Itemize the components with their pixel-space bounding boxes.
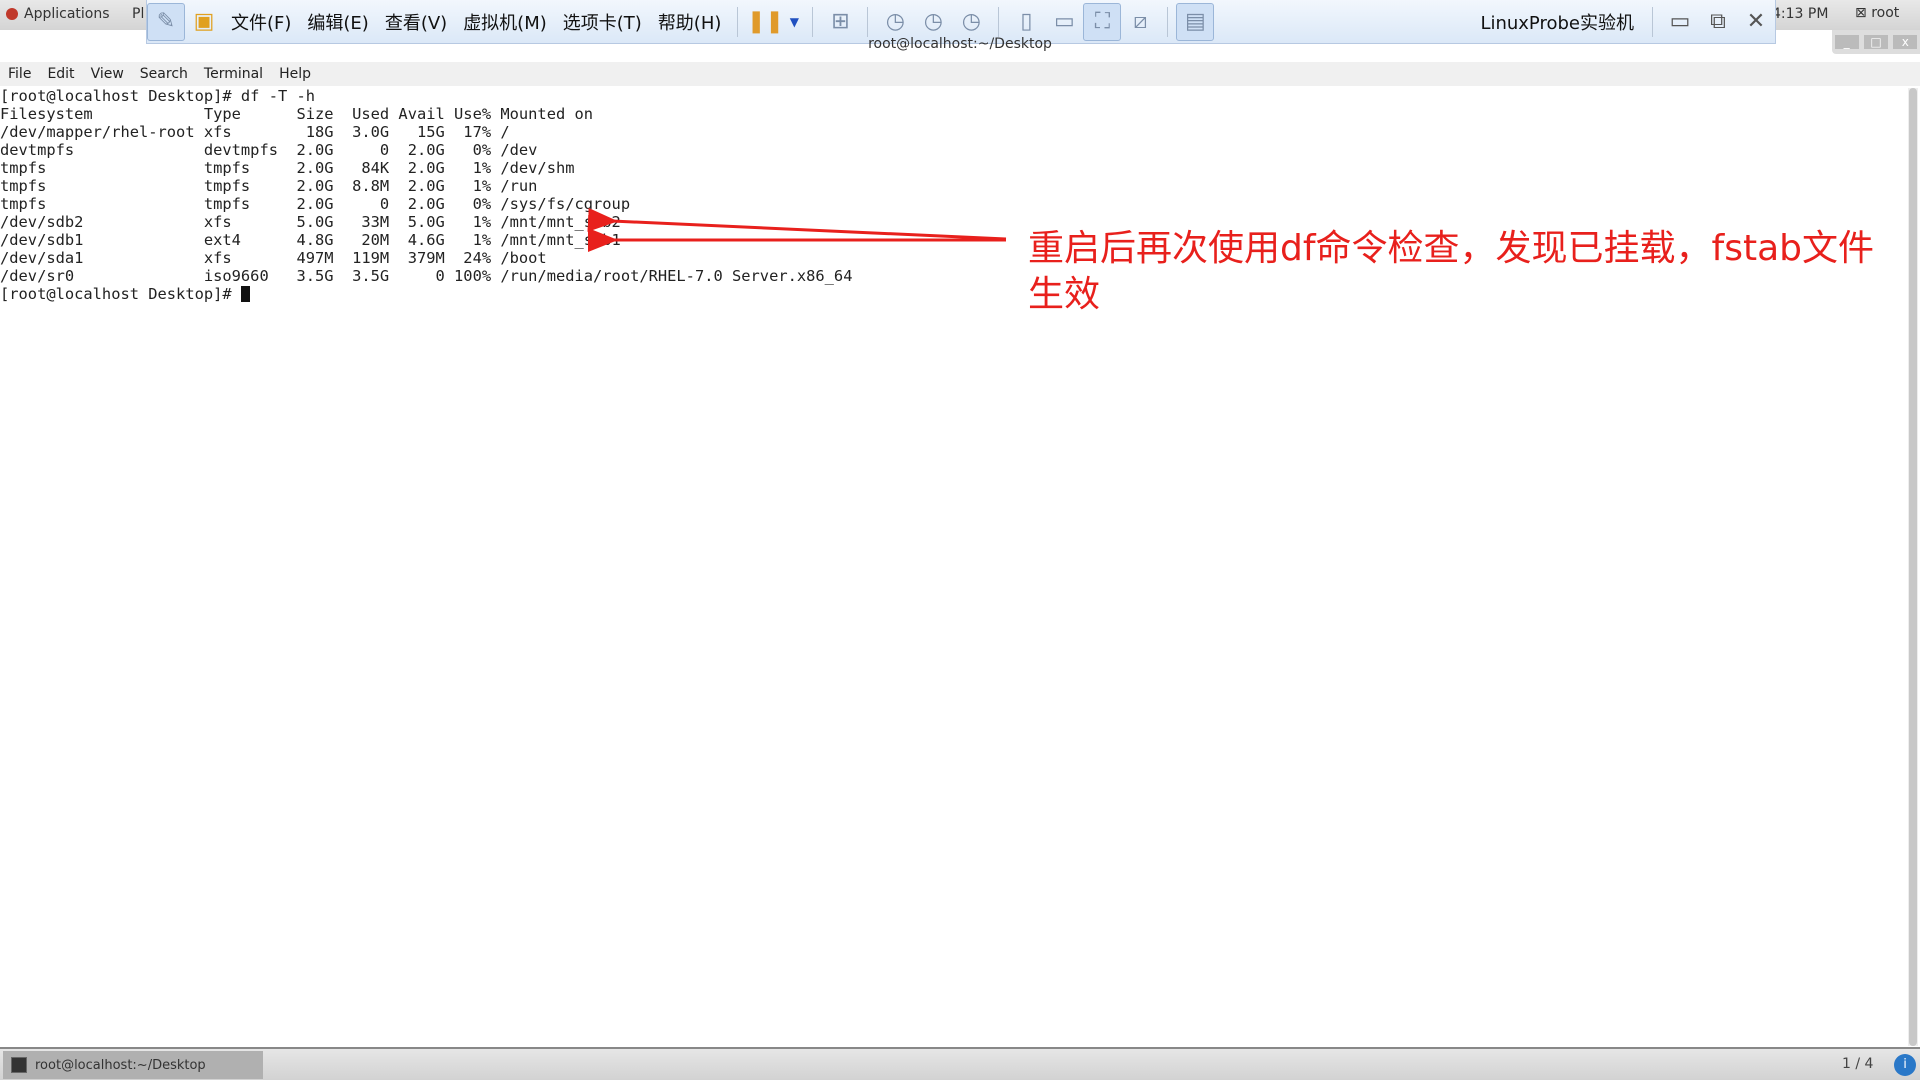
taskbar-terminal-item[interactable]: root@localhost:~/Desktop bbox=[3, 1051, 263, 1079]
info-icon[interactable]: i bbox=[1894, 1054, 1916, 1076]
annotation-text: 重启后再次使用df命令检查，发现已挂载，fstab文件生效 bbox=[1028, 228, 1874, 315]
terminal-icon bbox=[11, 1057, 27, 1073]
taskbar: root@localhost:~/Desktop 1 / 4 i bbox=[0, 1047, 1920, 1080]
task-label: root@localhost:~/Desktop bbox=[35, 1057, 206, 1073]
workspace-indicator[interactable]: 1 / 4 bbox=[1842, 1056, 1873, 1072]
arrow-to-sdb2 bbox=[587, 207, 1007, 241]
annotation-arrows bbox=[587, 207, 1007, 252]
